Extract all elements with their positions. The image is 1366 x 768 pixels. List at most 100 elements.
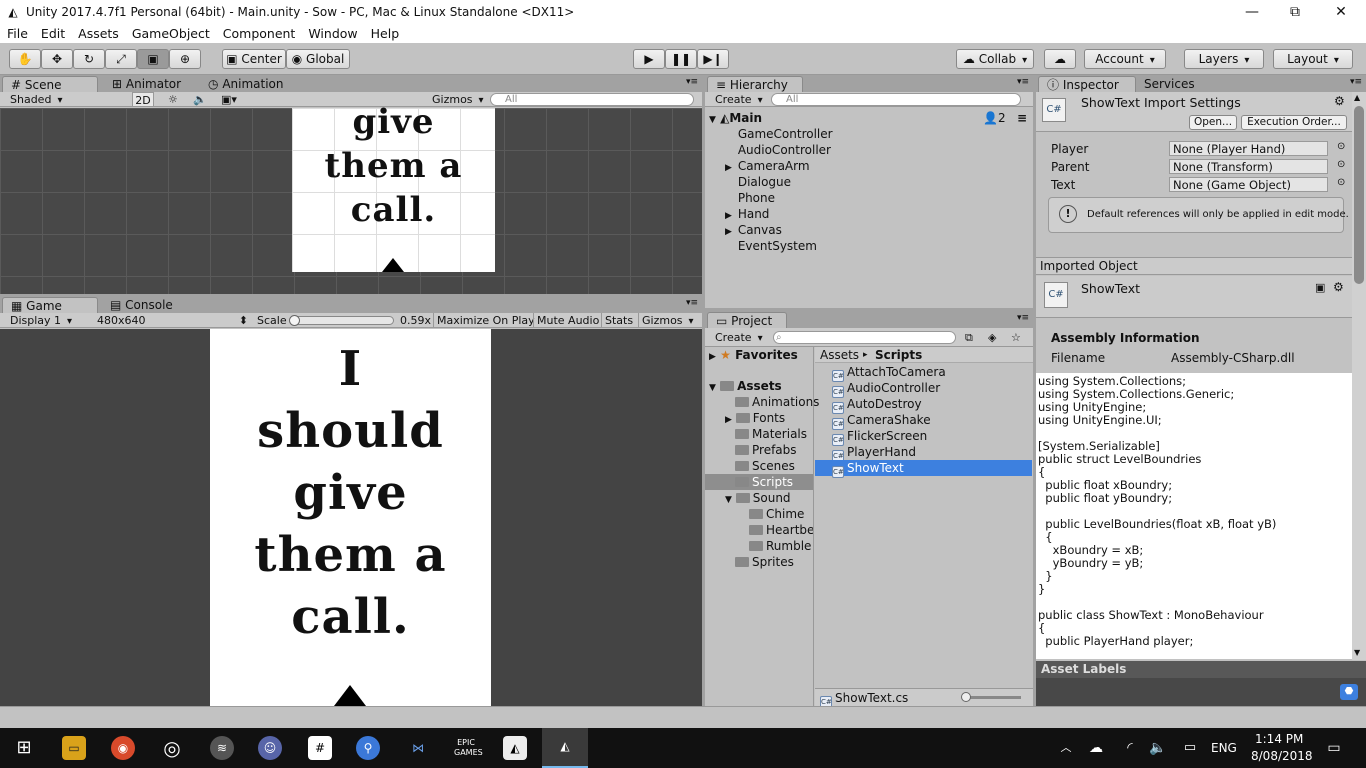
folder-item[interactable]: Sprites — [735, 554, 794, 570]
script-item[interactable]: C# AttachToCamera — [832, 364, 946, 382]
breadcrumb-assets[interactable]: Assets — [820, 347, 859, 363]
rotate-tool-button[interactable]: ↻ — [73, 49, 105, 69]
app-circle-icon[interactable]: ◎ — [160, 736, 184, 760]
clock-time[interactable]: 1:14 PM — [1255, 732, 1303, 746]
scene-root-row[interactable]: ▼ ◭Main 👤2 ≡ — [709, 110, 1029, 126]
panel-menu-icon[interactable]: ▾≡ — [1350, 77, 1362, 87]
panel-menu-icon[interactable]: ▾≡ — [1017, 313, 1029, 323]
chrome-icon[interactable]: ◉ — [111, 736, 135, 760]
menu-gameobject[interactable]: GameObject — [125, 26, 216, 41]
epic-games-icon[interactable]: EPIC GAMES — [454, 736, 483, 760]
execution-order-button[interactable]: Execution Order... — [1241, 115, 1347, 130]
step-button[interactable]: ▶❙ — [697, 49, 729, 69]
script-item[interactable]: C# AudioController — [832, 380, 940, 398]
scroll-down-icon[interactable]: ▼ — [1354, 648, 1360, 657]
hierarchy-item[interactable]: AudioController — [725, 142, 831, 158]
menu-file[interactable]: File — [0, 26, 34, 41]
hierarchy-item[interactable]: ▶ Hand — [725, 206, 769, 222]
discord-icon[interactable]: ☺ — [258, 736, 282, 760]
scene-search-input[interactable]: All — [490, 93, 694, 106]
hierarchy-item[interactable]: EventSystem — [725, 238, 817, 254]
game-gizmos-dropdown[interactable]: Gizmos — [638, 313, 697, 328]
tab-game[interactable]: ▦ Game — [2, 297, 98, 313]
folder-item[interactable]: Materials — [735, 426, 807, 442]
pivot-global-button[interactable]: ◉ Global — [286, 49, 350, 69]
folder-item[interactable]: Heartbe — [749, 522, 813, 538]
windows-start-icon[interactable]: ⊞ — [12, 736, 36, 760]
settings-gear-icon[interactable]: ⚙ — [1334, 94, 1345, 108]
menu-window[interactable]: Window — [301, 26, 363, 41]
game-view[interactable]: I should give them a call. — [0, 329, 702, 706]
project-create-dropdown[interactable]: Create — [715, 330, 763, 345]
pause-button[interactable]: ❚❚ — [665, 49, 697, 69]
2d-toggle[interactable]: 2D — [132, 92, 154, 107]
hierarchy-item[interactable]: ▶ Canvas — [725, 222, 782, 238]
script-item-selected[interactable]: C# ShowText — [815, 460, 1032, 478]
script-item[interactable]: C# AutoDestroy — [832, 396, 922, 414]
tab-services[interactable]: Services — [1136, 76, 1226, 92]
scene-view[interactable]: give them a call. — [0, 102, 702, 294]
transform-tool-button[interactable]: ⊕ — [169, 49, 201, 69]
menu-component[interactable]: Component — [216, 26, 302, 41]
folder-item-selected[interactable]: Scripts — [705, 474, 813, 490]
rect-tool-button[interactable]: ▣ — [137, 49, 169, 69]
lighting-icon[interactable]: ☼ — [168, 92, 178, 107]
object-picker-icon[interactable]: ⊙ — [1337, 159, 1345, 170]
close-button[interactable]: ✕ — [1318, 0, 1364, 24]
player-object-field[interactable]: None (Player Hand) — [1169, 141, 1328, 156]
tab-console[interactable]: ▤ Console — [102, 297, 181, 313]
parent-object-field[interactable]: None (Transform) — [1169, 159, 1328, 174]
tab-project[interactable]: ▭ Project — [707, 312, 787, 328]
volume-icon[interactable]: 🔈 — [1146, 736, 1170, 760]
show-hidden-icons-icon[interactable]: ︿ — [1054, 736, 1078, 760]
menu-edit[interactable]: Edit — [34, 26, 71, 41]
menu-assets[interactable]: Assets — [71, 26, 125, 41]
project-search-input[interactable]: ⌕ — [773, 331, 956, 344]
resolution-dropdown[interactable]: 480x640 ⬍ — [97, 313, 251, 328]
hand-tool-button[interactable]: ✋ — [9, 49, 41, 69]
script-item[interactable]: C# CameraShake — [832, 412, 931, 430]
panel-menu-icon[interactable]: ▾≡ — [686, 298, 698, 308]
scale-slider[interactable] — [289, 315, 394, 326]
filter-type-icon[interactable]: ⧉ — [965, 330, 973, 345]
hierarchy-item[interactable]: ▶ CameraArm — [725, 158, 810, 174]
scene-menu-icon[interactable]: ≡ — [1017, 110, 1027, 126]
script-item[interactable]: C# PlayerHand — [832, 444, 916, 462]
scrollbar-thumb[interactable] — [1354, 106, 1364, 284]
battery-icon[interactable]: ▭ — [1178, 736, 1202, 760]
maximize-on-play-toggle[interactable]: Maximize On Play — [433, 313, 538, 328]
object-picker-icon[interactable]: ⊙ — [1337, 141, 1345, 152]
hierarchy-search-input[interactable]: All — [771, 93, 1021, 106]
account-dropdown[interactable]: Account — [1084, 49, 1166, 69]
folder-item[interactable]: Animations — [735, 394, 819, 410]
script-item[interactable]: C# FlickerScreen — [832, 428, 927, 446]
tab-hierarchy[interactable]: ≡ Hierarchy — [707, 76, 803, 92]
favorites-row[interactable]: ▶ ★ Favorites — [709, 347, 798, 363]
notifications-icon[interactable]: ▭ — [1322, 736, 1346, 760]
move-tool-button[interactable]: ✥ — [41, 49, 73, 69]
scale-tool-button[interactable]: ⤢ — [105, 49, 137, 69]
tab-inspector[interactable]: ⓘ Inspector — [1038, 76, 1136, 92]
maximize-button[interactable]: ⧉ — [1272, 0, 1318, 24]
cloud-sync-icon[interactable]: ☁ — [1084, 736, 1108, 760]
layout-dropdown[interactable]: Layout — [1273, 49, 1353, 69]
folder-item[interactable]: Prefabs — [735, 442, 797, 458]
effects-icon[interactable]: ▣▾ — [221, 92, 237, 107]
scroll-up-icon[interactable]: ▲ — [1354, 93, 1360, 102]
tab-animator[interactable]: ⊞ Animator — [104, 76, 189, 92]
unity-editor-task[interactable]: ◭ — [542, 728, 588, 768]
tab-animation[interactable]: ◷ Animation — [200, 76, 292, 92]
folder-item[interactable]: Chime — [749, 506, 804, 522]
assets-root-row[interactable]: ▼ Assets — [709, 378, 782, 394]
spotify-icon[interactable]: ≋ — [210, 736, 234, 760]
mute-audio-toggle[interactable]: Mute Audio — [533, 313, 602, 328]
collab-dropdown[interactable]: ☁ Collab — [956, 49, 1034, 69]
hierarchy-item[interactable]: GameController — [725, 126, 833, 142]
hierarchy-item[interactable]: Phone — [725, 190, 775, 206]
clock-date[interactable]: 8/08/2018 — [1251, 749, 1313, 763]
hierarchy-item[interactable]: Dialogue — [725, 174, 791, 190]
folder-item[interactable]: Rumble — [749, 538, 811, 554]
unity-hub-icon[interactable]: ◭ — [503, 736, 527, 760]
shading-mode-dropdown[interactable]: Shaded — [10, 92, 122, 107]
text-object-field[interactable]: None (Game Object) — [1169, 177, 1328, 192]
